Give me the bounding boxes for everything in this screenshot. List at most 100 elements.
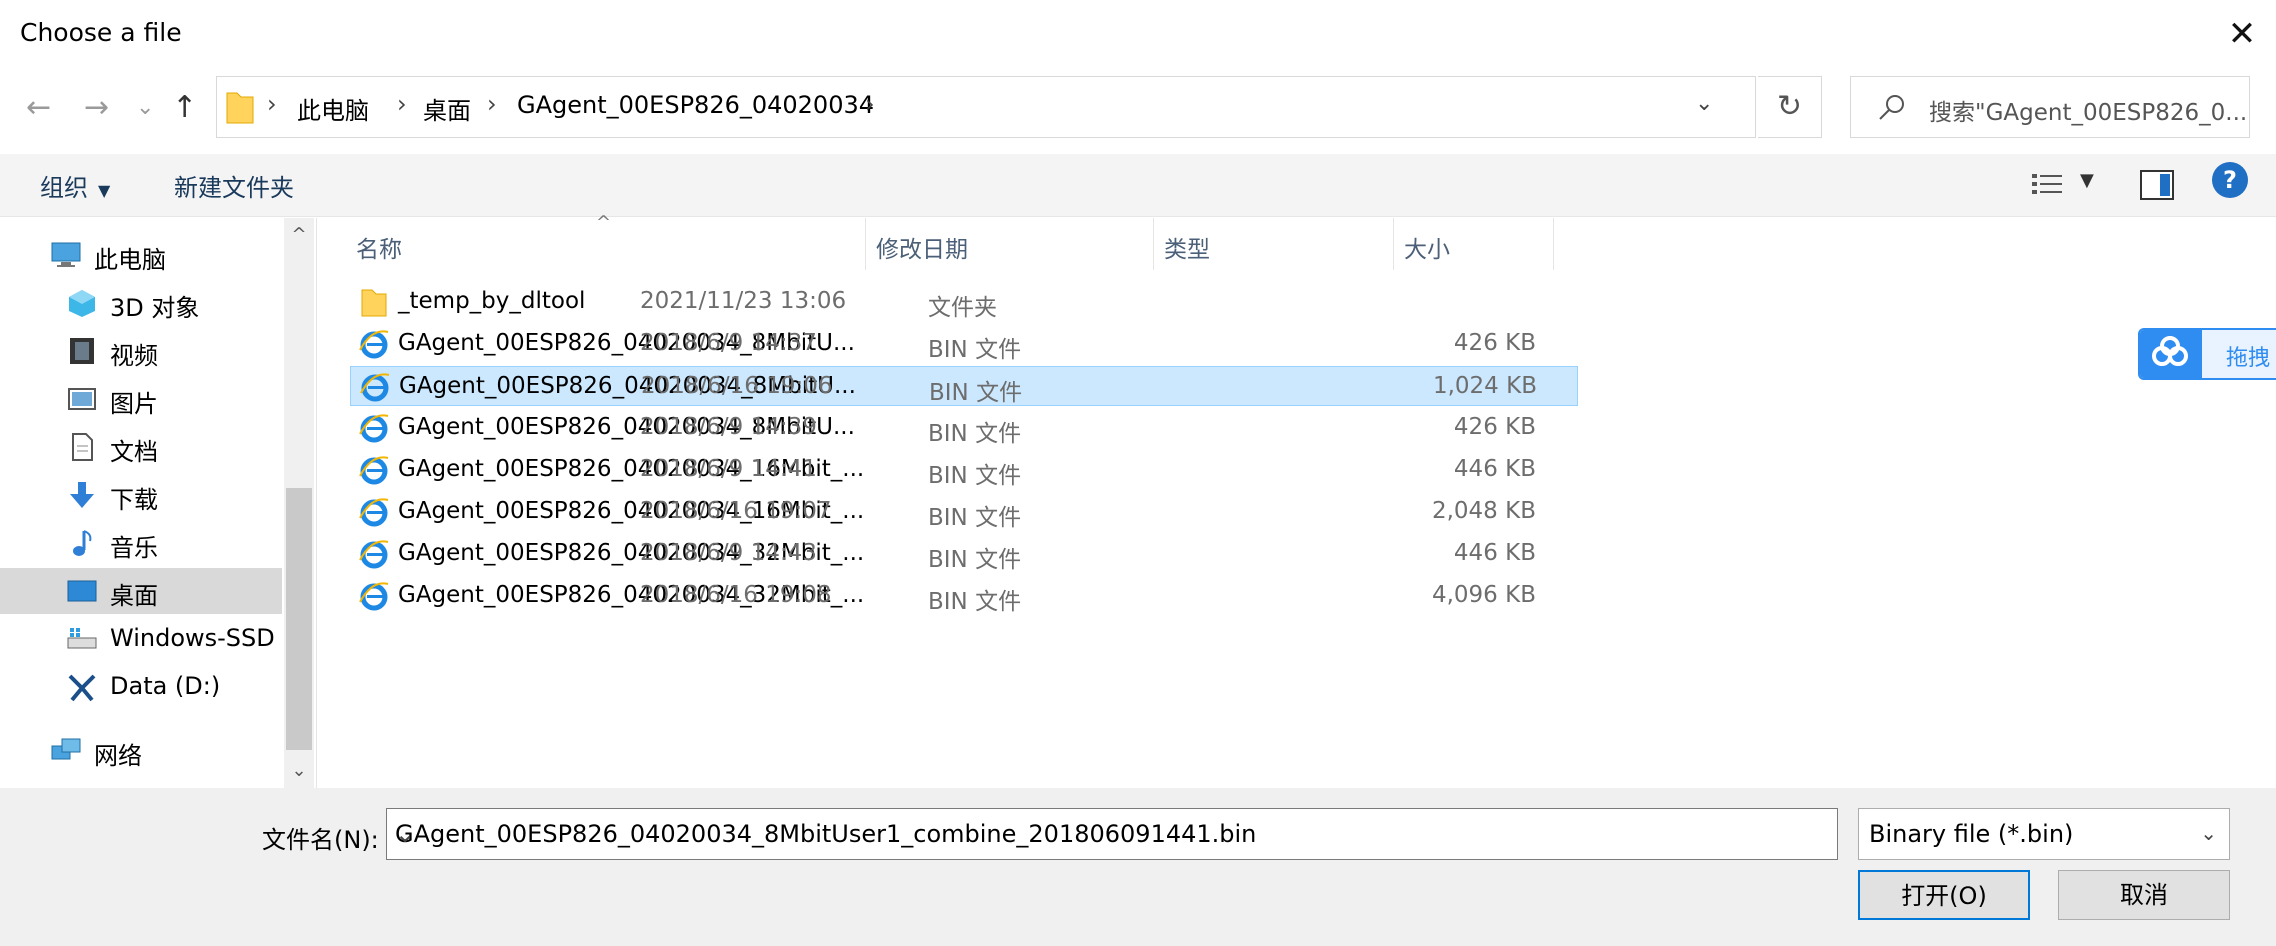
scrollbar-thumb[interactable]: [286, 488, 312, 750]
file-type-filter[interactable]: Binary file (*.bin) ⌄: [1858, 808, 2230, 860]
column-header-label: 修改日期: [876, 237, 968, 263]
up-arrow-icon[interactable]: ↑: [172, 88, 197, 128]
file-row[interactable]: GAgent_00ESP826_04020034_16Mbit_... 2018…: [350, 450, 1578, 490]
file-row[interactable]: GAgent_00ESP826_04020034_8MbitU... 2018/…: [350, 324, 1578, 364]
refresh-button[interactable]: ↻: [1758, 76, 1822, 138]
ie-file-icon: [359, 456, 389, 485]
file-modified: 2018/6/16 19:06: [641, 373, 833, 399]
drag-upload-badge[interactable]: 拖拽: [2138, 328, 2276, 380]
ie-file-icon: [360, 373, 390, 402]
sidebar-item-this-pc[interactable]: 此电脑: [0, 232, 282, 278]
file-size: 426 KB: [1453, 414, 1536, 440]
column-header-label: 名称: [356, 237, 402, 263]
breadcrumb-separator[interactable]: ›: [865, 90, 875, 118]
file-size: 446 KB: [1453, 540, 1536, 566]
breadcrumb-desktop[interactable]: 桌面: [423, 91, 471, 126]
column-header-label: 大小: [1404, 237, 1450, 263]
file-list: ^ 名称 修改日期 类型 大小 _temp_by_dltool 2021/11/…: [318, 212, 2276, 788]
drive-icon: [68, 674, 96, 702]
breadcrumb-separator[interactable]: ›: [397, 90, 407, 118]
recent-locations-icon[interactable]: ⌄: [136, 88, 154, 128]
file-modified: 2018/6/9 14:37: [640, 330, 817, 356]
preview-pane-icon[interactable]: [2140, 170, 2174, 200]
ie-file-icon: [359, 414, 389, 443]
help-icon[interactable]: ?: [2212, 162, 2248, 198]
sidebar-item-label: 此电脑: [94, 246, 166, 274]
computer-icon: [51, 242, 81, 267]
file-row[interactable]: GAgent_00ESP826_04020034_16Mbit_... 2018…: [350, 492, 1578, 532]
filename-field[interactable]: GAgent_00ESP826_04020034_8MbitUser1_comb…: [386, 808, 1838, 860]
chevron-down-icon[interactable]: ⌄: [395, 820, 1827, 848]
column-header-name[interactable]: 名称: [318, 218, 866, 270]
sidebar-item-videos[interactable]: 视频: [0, 328, 282, 374]
music-icon: [73, 530, 92, 556]
file-size: 1,024 KB: [1432, 373, 1537, 399]
sidebar-item-windows-ssd[interactable]: Windows-SSD: [0, 616, 282, 662]
search-input[interactable]: 搜索"GAgent_00ESP826_0...: [1850, 76, 2250, 138]
view-details-icon[interactable]: [2030, 168, 2066, 202]
sidebar-item-label: Data (D:): [110, 672, 221, 700]
column-header-label: 类型: [1164, 237, 1210, 263]
scroll-up-icon[interactable]: ^: [284, 220, 314, 250]
chevron-down-icon: ▼: [98, 181, 111, 200]
organize-label: 组织: [40, 174, 88, 202]
file-size: 4,096 KB: [1431, 582, 1536, 608]
file-row-selected[interactable]: GAgent_00ESP826_04020034_8MbitU... 2018/…: [350, 366, 1578, 406]
file-modified: 2018/6/9 14:43: [640, 540, 817, 566]
address-dropdown-icon[interactable]: ⌄: [1695, 91, 1713, 116]
breadcrumb-this-pc[interactable]: 此电脑: [297, 91, 369, 126]
back-arrow-icon[interactable]: ←: [26, 88, 51, 128]
file-modified: 2018/6/9 14:41: [640, 456, 817, 482]
address-bar[interactable]: › 此电脑 › 桌面 › GAgent_00ESP826_04020034 › …: [216, 76, 1756, 138]
sidebar-item-label: 音乐: [110, 534, 158, 562]
sidebar-item-desktop[interactable]: 桌面: [0, 568, 282, 614]
file-row[interactable]: GAgent_00ESP826_04020034_32Mbit_... 2018…: [350, 534, 1578, 574]
organize-menu[interactable]: 组织 ▼: [40, 168, 110, 203]
file-type-filter-value: Binary file (*.bin): [1869, 820, 2074, 848]
forward-arrow-icon[interactable]: →: [84, 88, 109, 128]
sidebar-item-3d-objects[interactable]: 3D 对象: [0, 280, 282, 326]
drive-icon: [67, 628, 97, 649]
drag-upload-label: 拖拽: [2226, 346, 2271, 371]
cloud-icon: [2140, 330, 2202, 378]
sidebar-item-music[interactable]: 音乐: [0, 520, 282, 566]
file-type: BIN 文件: [929, 380, 1023, 406]
breadcrumb-separator[interactable]: ›: [267, 90, 277, 118]
file-type: BIN 文件: [928, 421, 1022, 447]
scroll-down-icon[interactable]: ⌄: [284, 756, 314, 786]
chevron-down-icon[interactable]: ▼: [2080, 170, 2094, 191]
network-icon: [51, 738, 81, 760]
file-modified: 2021/11/23 13:06: [640, 288, 847, 314]
file-type: BIN 文件: [928, 547, 1022, 573]
sidebar-item-label: 文档: [110, 438, 158, 466]
cancel-button[interactable]: 取消: [2058, 870, 2230, 920]
sidebar-item-network[interactable]: 网络: [0, 728, 282, 774]
file-size: 2,048 KB: [1431, 498, 1536, 524]
breadcrumb-separator[interactable]: ›: [487, 90, 497, 118]
breadcrumb-current-folder[interactable]: GAgent_00ESP826_04020034: [517, 91, 874, 119]
ie-file-icon: [359, 582, 389, 611]
navigation-pane: 此电脑 3D 对象 视频 图片 文档 下载 音乐 桌面 Windows-SSD …: [0, 218, 317, 788]
new-folder-button[interactable]: 新建文件夹: [174, 168, 294, 203]
sidebar-item-documents[interactable]: 文档: [0, 424, 282, 470]
sidebar-item-downloads[interactable]: 下载: [0, 472, 282, 518]
filename-label: 文件名(N):: [262, 826, 379, 854]
chevron-down-icon[interactable]: ⌄: [2200, 821, 2217, 845]
column-header-type[interactable]: 类型: [1154, 218, 1394, 270]
file-row-folder[interactable]: _temp_by_dltool 2021/11/23 13:06 文件夹: [350, 282, 1578, 322]
command-toolbar: 组织 ▼ 新建文件夹 ▼: [0, 154, 2276, 217]
3d-objects-icon: [69, 290, 95, 317]
file-row[interactable]: GAgent_00ESP826_04020034_32Mbit_... 2018…: [350, 576, 1578, 616]
search-placeholder: 搜索"GAgent_00ESP826_0...: [1929, 100, 2248, 126]
close-icon[interactable]: ✕: [2220, 12, 2264, 56]
column-header-modified[interactable]: 修改日期: [866, 218, 1154, 270]
file-modified: 2018/6/16 19:08: [640, 582, 832, 608]
file-row[interactable]: GAgent_00ESP826_04020034_8MbitU... 2018/…: [350, 408, 1578, 448]
column-header-size[interactable]: 大小: [1394, 218, 1554, 270]
file-type: BIN 文件: [928, 589, 1022, 615]
open-button[interactable]: 打开(O): [1858, 870, 2030, 920]
sidebar-item-data-d[interactable]: Data (D:): [0, 664, 282, 710]
navigation-scrollbar[interactable]: ^ ⌄: [284, 218, 314, 788]
file-modified: 2018/6/16 19:07: [640, 498, 832, 524]
sidebar-item-pictures[interactable]: 图片: [0, 376, 282, 422]
